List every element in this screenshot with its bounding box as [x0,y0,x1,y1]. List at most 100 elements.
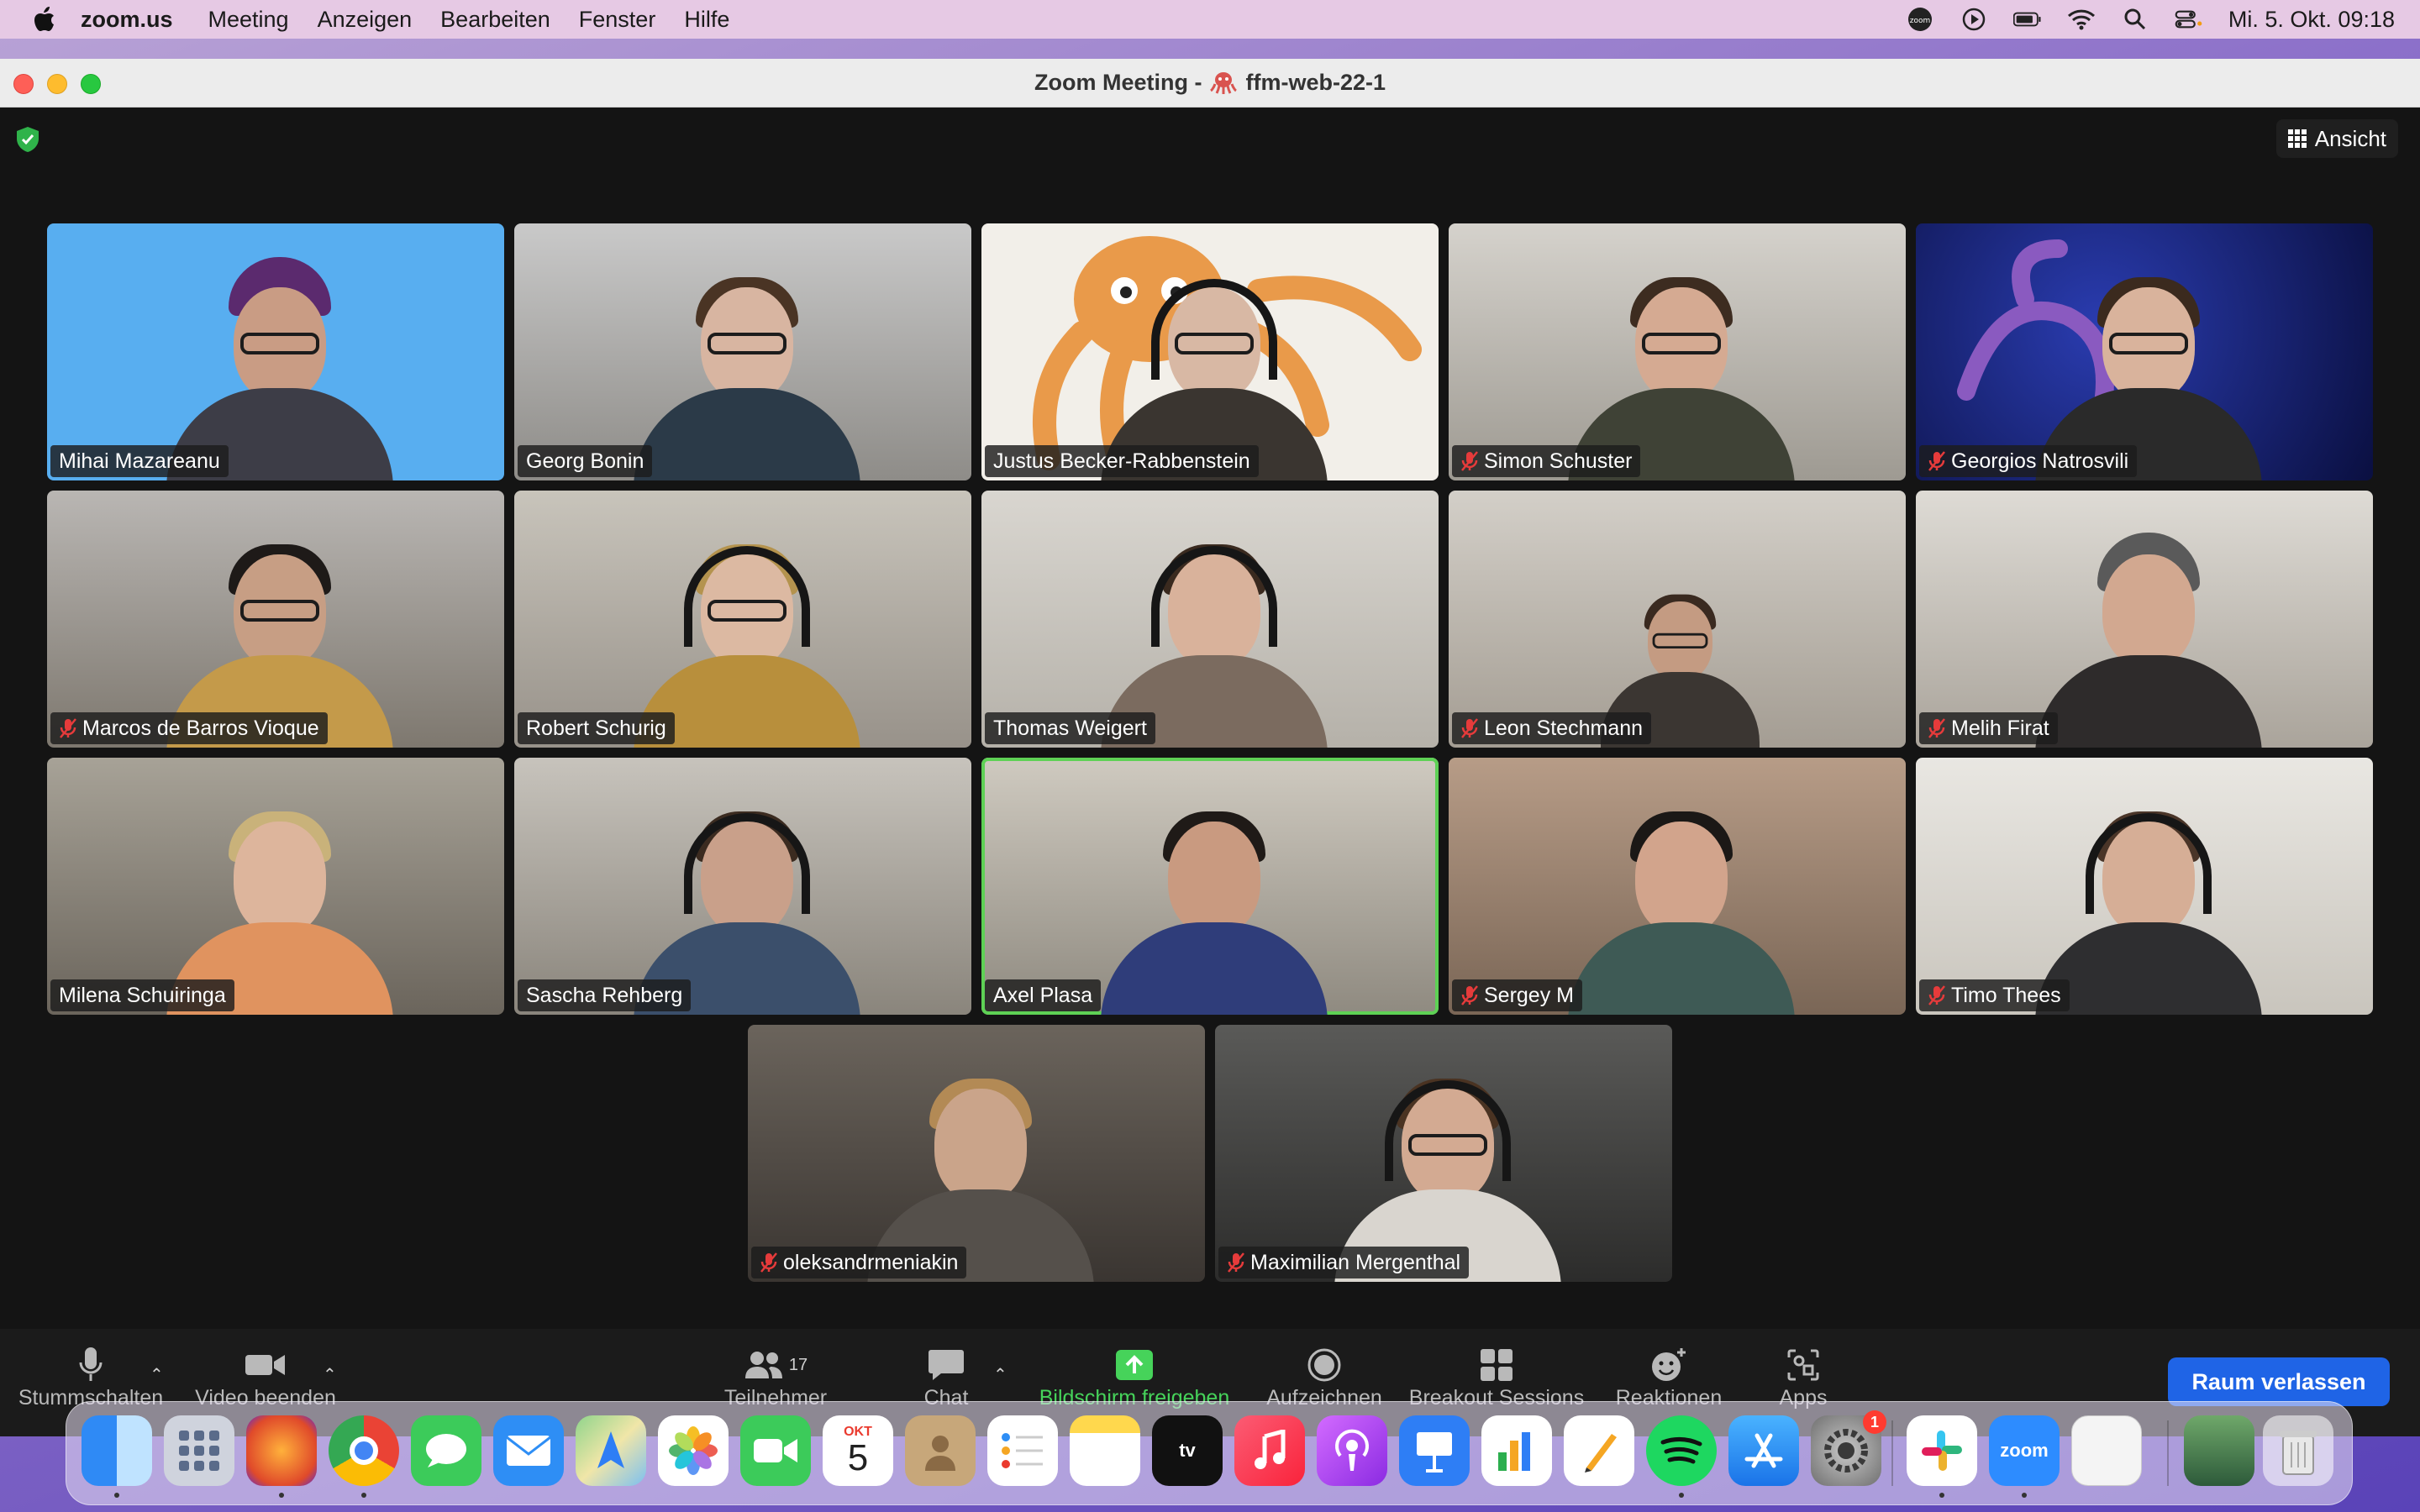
video-tile[interactable]: Leon Stechmann [1449,491,1906,748]
battery-icon[interactable] [2012,7,2042,32]
finder-icon[interactable] [82,1415,152,1486]
apple-tv-icon[interactable]: tv [1152,1415,1223,1486]
mic-muted-icon [1461,451,1478,471]
video-tile[interactable]: Marcos de Barros Vioque [47,491,504,748]
pages-icon[interactable] [1564,1415,1634,1486]
video-tile[interactable]: Robert Schurig [514,491,971,748]
reminders-icon[interactable] [987,1415,1058,1486]
window-close-button[interactable] [13,74,34,94]
launchpad-icon[interactable] [164,1415,234,1486]
menu-bearbeiten[interactable]: Bearbeiten [440,7,550,33]
video-tile-active-speaker[interactable]: Axel Plasa [981,758,1439,1015]
chat-options-caret-icon[interactable]: ⌃ [993,1364,1007,1385]
participant-name: Sergey M [1484,983,1574,1007]
view-button[interactable]: Ansicht [2275,119,2398,158]
zoom-app-icon[interactable]: zoom [1989,1415,2060,1486]
calendar-icon[interactable]: OKT 5 [823,1415,893,1486]
podcasts-icon[interactable] [1317,1415,1387,1486]
photos-icon[interactable] [658,1415,729,1486]
view-button-label: Ansicht [2314,125,2386,151]
participant-name-tag: Sergey M [1452,979,1582,1011]
video-tile[interactable]: oleksandrmeniakin [748,1025,1205,1282]
participant-name-tag: Maximilian Mergenthal [1218,1247,1470,1278]
chat-bubble-icon [923,1344,970,1386]
chrome-icon[interactable] [329,1415,399,1486]
participant-name: Simon Schuster [1484,449,1633,473]
encryption-shield-icon[interactable] [15,126,40,153]
spotlight-search-icon[interactable] [2121,7,2149,32]
participants-icon: 17 [734,1344,818,1386]
participant-name-tag: Georg Bonin [518,445,653,477]
video-tile[interactable]: Melih Firat [1916,491,2373,748]
participant-name-tag: Simon Schuster [1452,445,1641,477]
participant-name-tag: Melih Firat [1919,712,2058,744]
video-tile[interactable]: Sergey M [1449,758,1906,1015]
window-minimize-button[interactable] [47,74,67,94]
video-tile[interactable]: Justus Becker-Rabbenstein [981,223,1439,480]
participant-name-tag: Georgios Natrosvili [1919,445,2138,477]
menu-fenster[interactable]: Fenster [579,7,656,33]
mic-muted-icon [1461,985,1478,1005]
menubar-clock[interactable]: Mi. 5. Okt. 09:18 [2228,7,2395,33]
menu-meeting[interactable]: Meeting [208,7,289,33]
video-tile[interactable]: Mihai Mazareanu [47,223,504,480]
window-maximize-button[interactable] [81,74,101,94]
spotify-icon[interactable] [1646,1415,1717,1486]
apple-logo-icon[interactable] [34,7,55,32]
video-tile[interactable]: Sascha Rehberg [514,758,971,1015]
video-tile[interactable]: Simon Schuster [1449,223,1906,480]
zoom-status-icon[interactable]: zoom [1906,7,1934,32]
mail-icon[interactable] [493,1415,564,1486]
document-icon[interactable] [2071,1415,2142,1486]
share-screen-icon [1111,1344,1158,1386]
zoom-meeting-window: Zoom Meeting - ffm-web-22-1 Ansicht Miha… [0,59,2420,1436]
control-center-icon[interactable] [2175,7,2203,32]
participant-name: Mihai Mazareanu [59,449,220,473]
maps-icon[interactable] [576,1415,646,1486]
macos-dock: OKT 5 tv 1 zoom [66,1401,2353,1505]
video-tile[interactable]: Thomas Weigert [981,491,1439,748]
menubar-app-name[interactable]: zoom.us [81,7,173,33]
participant-name-tag: Thomas Weigert [985,712,1155,744]
app-store-icon[interactable] [1728,1415,1799,1486]
facetime-icon[interactable] [740,1415,811,1486]
running-indicator [114,1493,119,1498]
macos-menubar: zoom.us Meeting Anzeigen Bearbeiten Fens… [0,0,2420,39]
numbers-icon[interactable] [1481,1415,1552,1486]
video-tile[interactable]: Timo Thees [1916,758,2373,1015]
participant-name: Sascha Rehberg [526,983,683,1007]
play-icon[interactable] [1960,7,1988,32]
participant-name: Axel Plasa [993,983,1093,1007]
downloads-stack-icon[interactable] [2184,1415,2254,1486]
participant-name: Thomas Weigert [993,716,1147,740]
video-tile[interactable]: Georgios Natrosvili [1916,223,2373,480]
video-tile[interactable]: Milena Schuiringa [47,758,504,1015]
menu-anzeigen[interactable]: Anzeigen [318,7,413,33]
grid-view-icon [2287,129,2307,148]
menu-hilfe[interactable]: Hilfe [684,7,729,33]
video-options-caret-icon[interactable]: ⌃ [323,1364,337,1385]
system-preferences-icon[interactable]: 1 [1811,1410,1886,1486]
contacts-icon[interactable] [905,1415,976,1486]
mic-muted-icon [1928,451,1945,471]
participant-name: Melih Firat [1951,716,2049,740]
participant-name: Leon Stechmann [1484,716,1644,740]
trash-icon[interactable] [2263,1415,2333,1486]
participant-video [2035,529,2262,748]
mute-options-caret-icon[interactable]: ⌃ [150,1364,164,1385]
leave-meeting-button[interactable]: Raum verlassen [2168,1357,2390,1406]
music-icon[interactable] [1234,1415,1305,1486]
keynote-icon[interactable] [1399,1415,1470,1486]
video-tile[interactable]: Maximilian Mergenthal [1215,1025,1672,1282]
microphone-icon [67,1344,114,1386]
running-indicator [361,1493,366,1498]
slack-icon[interactable] [1907,1415,1977,1486]
window-titlebar[interactable]: Zoom Meeting - ffm-web-22-1 [0,59,2420,108]
wifi-icon[interactable] [2067,7,2096,32]
video-tile[interactable]: Georg Bonin [514,223,971,480]
participant-name-tag: Marcos de Barros Vioque [50,712,328,744]
messages-icon[interactable] [411,1415,481,1486]
participant-name: Milena Schuiringa [59,983,226,1007]
notes-icon[interactable] [1070,1415,1140,1486]
firefox-icon[interactable] [246,1415,317,1486]
